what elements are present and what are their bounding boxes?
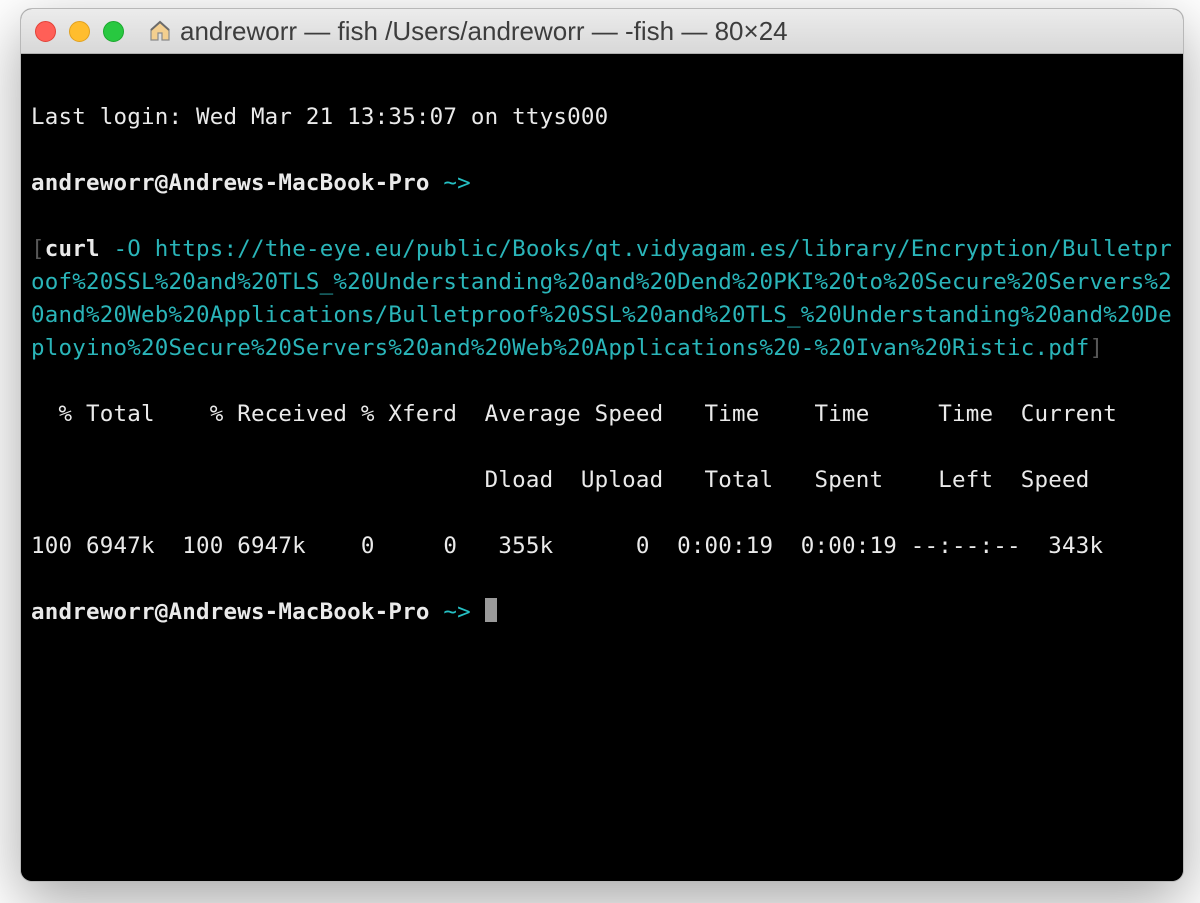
curl-header-1: % Total % Received % Xferd Average Speed… <box>31 398 1173 431</box>
terminal-viewport[interactable]: Last login: Wed Mar 21 13:35:07 on ttys0… <box>21 54 1183 881</box>
curl-url: https://the-eye.eu/public/Books/qt.vidya… <box>31 236 1172 361</box>
terminal-window: andreworr — fish /Users/andreworr — -fis… <box>20 8 1184 882</box>
traffic-lights <box>35 21 124 42</box>
bracket-open: [ <box>31 236 45 262</box>
curl-flag: -O <box>100 236 155 262</box>
curl-word: curl <box>45 236 100 262</box>
cursor-icon <box>485 598 497 622</box>
curl-command: [curl -O https://the-eye.eu/public/Books… <box>31 233 1173 365</box>
last-login-line: Last login: Wed Mar 21 13:35:07 on ttys0… <box>31 101 1173 134</box>
titlebar[interactable]: andreworr — fish /Users/andreworr — -fis… <box>21 9 1183 54</box>
prompt-user: andreworr@Andrews-MacBook-Pro <box>31 170 443 196</box>
minimize-icon[interactable] <box>69 21 90 42</box>
window-title: andreworr — fish /Users/andreworr — -fis… <box>180 16 788 47</box>
home-icon <box>148 19 172 43</box>
window-title-area: andreworr — fish /Users/andreworr — -fis… <box>148 16 1169 47</box>
prompt-2[interactable]: andreworr@Andrews-MacBook-Pro ~> <box>31 596 1173 629</box>
prompt-1: andreworr@Andrews-MacBook-Pro ~> <box>31 167 1173 200</box>
prompt-tilde: ~> <box>443 599 484 625</box>
curl-header-2: Dload Upload Total Spent Left Speed <box>31 464 1173 497</box>
curl-values: 100 6947k 100 6947k 0 0 355k 0 0:00:19 0… <box>31 530 1173 563</box>
close-icon[interactable] <box>35 21 56 42</box>
bracket-close: ] <box>1089 335 1103 361</box>
prompt-user: andreworr@Andrews-MacBook-Pro <box>31 599 443 625</box>
maximize-icon[interactable] <box>103 21 124 42</box>
prompt-tilde: ~> <box>443 170 471 196</box>
